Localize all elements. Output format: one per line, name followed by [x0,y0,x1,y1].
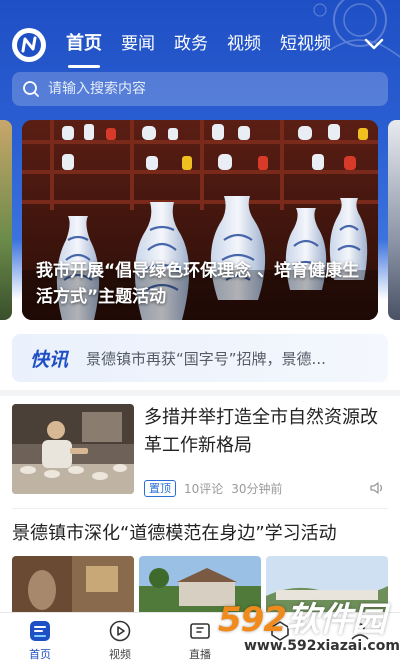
watermark-number: 592 [218,600,287,640]
comment-count: 10评论 [184,481,224,496]
speaker-icon[interactable] [368,479,386,497]
watermark-url: www.592xiazai.com [244,638,400,654]
tab-video[interactable]: 视频 [227,30,261,64]
search-bar[interactable] [12,72,388,106]
pinned-badge: 置顶 [144,479,176,497]
nav-video-label: 视频 [109,648,131,661]
tab-short-video[interactable]: 短视频 [280,30,331,64]
play-icon [109,620,131,642]
news-meta: 置顶 10评论 30分钟前 [144,478,388,498]
publish-time: 30分钟前 [231,481,283,496]
news-title[interactable]: 景德镇市深化“道德模范在身边”学习活动 [12,520,388,548]
banner-prev-slide[interactable] [0,120,12,320]
nav-video[interactable]: 视频 [80,613,160,666]
banner-title[interactable]: 我市开展“倡导绿色环保理念 、培育健康生活方式”主题活动 [36,258,366,310]
news-thumbnail [12,404,134,494]
news-title[interactable]: 多措并举打造全市自然资源改革工作新格局 [144,404,384,460]
flash-news-bar[interactable]: 快讯 景德镇市再获“国字号”招牌，景德... [12,334,388,382]
site-watermark: 592软件园 www.592xiazai.com [214,592,400,666]
watermark-logo: 592软件园 [218,592,386,641]
chevron-down-icon[interactable] [362,32,386,56]
flash-news-label: 快讯 [30,348,69,371]
news-item[interactable]: 多措并举打造全市自然资源改革工作新格局 置顶 10评论 30分钟前 [12,404,388,500]
banner-slide[interactable]: 我市开展“倡导绿色环保理念 、培育健康生活方式”主题活动 [22,120,378,320]
nav-live-label: 直播 [189,648,211,661]
section-divider [0,390,400,396]
watermark-brand: 软件园 [285,600,386,640]
item-divider [12,508,388,509]
search-icon [23,81,39,97]
home-icon [30,621,50,641]
flash-news-text[interactable]: 景德镇市再获“国字号”招牌，景德... [86,348,366,369]
tab-headlines[interactable]: 要闻 [121,30,155,64]
tab-government[interactable]: 政务 [174,30,208,64]
nav-home[interactable]: 首页 [0,613,80,666]
app-logo-icon[interactable] [12,28,46,62]
news-thumbnail [12,556,134,616]
tab-home[interactable]: 首页 [66,30,102,68]
search-input[interactable] [48,81,368,97]
channel-tabs: 首页 要闻 政务 视频 短视频 [66,30,350,68]
tv-icon [190,623,210,639]
nav-home-label: 首页 [29,648,51,661]
banner-next-slide[interactable] [388,120,400,320]
